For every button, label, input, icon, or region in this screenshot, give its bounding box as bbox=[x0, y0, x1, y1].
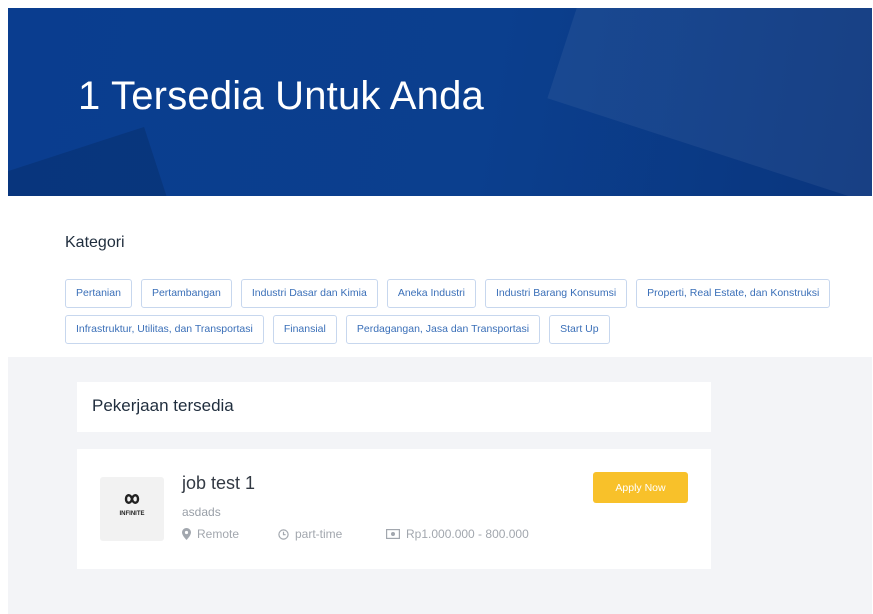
job-type: part-time bbox=[278, 527, 342, 541]
chip-row: Pertanian Pertambangan Industri Dasar da… bbox=[65, 279, 865, 308]
category-chip-industri-dasar[interactable]: Industri Dasar dan Kimia bbox=[240, 279, 378, 308]
category-chip-perdagangan[interactable]: Perdagangan, Jasa dan Transportasi bbox=[345, 315, 541, 344]
map-pin-icon bbox=[182, 528, 191, 540]
category-chip-pertambangan[interactable]: Pertambangan bbox=[140, 279, 232, 308]
money-icon bbox=[386, 529, 400, 539]
job-salary: Rp1.000.000 - 800.000 bbox=[386, 527, 529, 541]
job-location-text: Remote bbox=[197, 527, 240, 541]
apply-now-button[interactable]: Apply Now bbox=[593, 472, 688, 503]
hero-banner: 1 Tersedia Untuk Anda bbox=[8, 8, 872, 196]
category-chip-pertanian[interactable]: Pertanian bbox=[65, 279, 132, 308]
jobs-panel-title: Pekerjaan tersedia bbox=[92, 396, 234, 415]
hero-decor-shape bbox=[547, 8, 872, 196]
category-chip-barang-konsumsi[interactable]: Industri Barang Konsumsi bbox=[484, 279, 628, 308]
company-logo-text: INFINITE bbox=[119, 511, 145, 517]
company-logo: INFINITE bbox=[100, 477, 164, 541]
job-company: asdads bbox=[182, 505, 221, 519]
jobs-panel-header: Pekerjaan tersedia bbox=[77, 382, 711, 432]
job-title[interactable]: job test 1 bbox=[182, 473, 255, 494]
infinity-logo-icon bbox=[124, 494, 140, 504]
job-type-text: part-time bbox=[295, 527, 343, 541]
category-chip-start-up[interactable]: Start Up bbox=[549, 315, 610, 344]
category-chip-finansial[interactable]: Finansial bbox=[272, 315, 337, 344]
category-chip-infrastruktur[interactable]: Infrastruktur, Utilitas, dan Transportas… bbox=[65, 315, 264, 344]
category-chip-properti[interactable]: Properti, Real Estate, dan Konstruksi bbox=[636, 279, 831, 308]
category-chips: Pertanian Pertambangan Industri Dasar da… bbox=[65, 279, 865, 351]
job-card[interactable]: INFINITE job test 1 asdads Remote part-t… bbox=[77, 449, 711, 569]
hero-title: 1 Tersedia Untuk Anda bbox=[78, 74, 484, 118]
job-location: Remote bbox=[182, 527, 239, 541]
hero-decor-shape bbox=[8, 126, 182, 196]
kategori-heading: Kategori bbox=[65, 234, 125, 251]
page: 1 Tersedia Untuk Anda Kategori Pertanian… bbox=[0, 0, 873, 614]
job-salary-text: Rp1.000.000 - 800.000 bbox=[406, 527, 529, 541]
chip-row: Infrastruktur, Utilitas, dan Transportas… bbox=[65, 315, 865, 344]
category-chip-aneka-industri[interactable]: Aneka Industri bbox=[386, 279, 476, 308]
clock-icon bbox=[278, 528, 289, 540]
